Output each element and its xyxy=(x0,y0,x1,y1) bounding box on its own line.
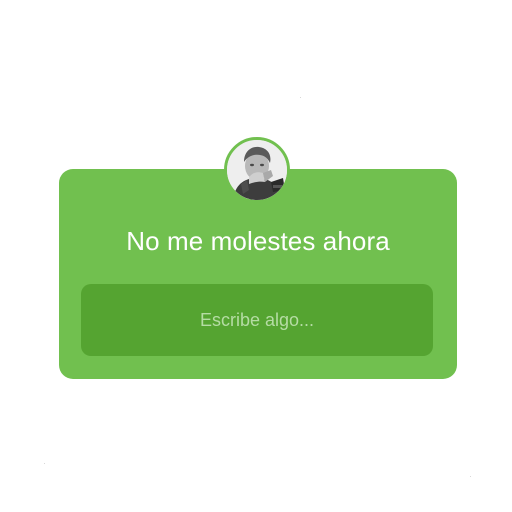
reply-placeholder: Escribe algo... xyxy=(199,310,315,330)
reply-input[interactable]: Escribe algo... xyxy=(81,284,433,356)
background-speck xyxy=(470,476,471,477)
profile-photo-icon xyxy=(227,140,287,200)
background-speck xyxy=(44,463,45,464)
sticker-canvas: No me molestes ahora Escribe algo... xyxy=(0,0,512,512)
question-title: No me molestes ahora xyxy=(126,226,390,256)
profile-avatar xyxy=(224,137,290,203)
background-speck xyxy=(300,97,301,98)
